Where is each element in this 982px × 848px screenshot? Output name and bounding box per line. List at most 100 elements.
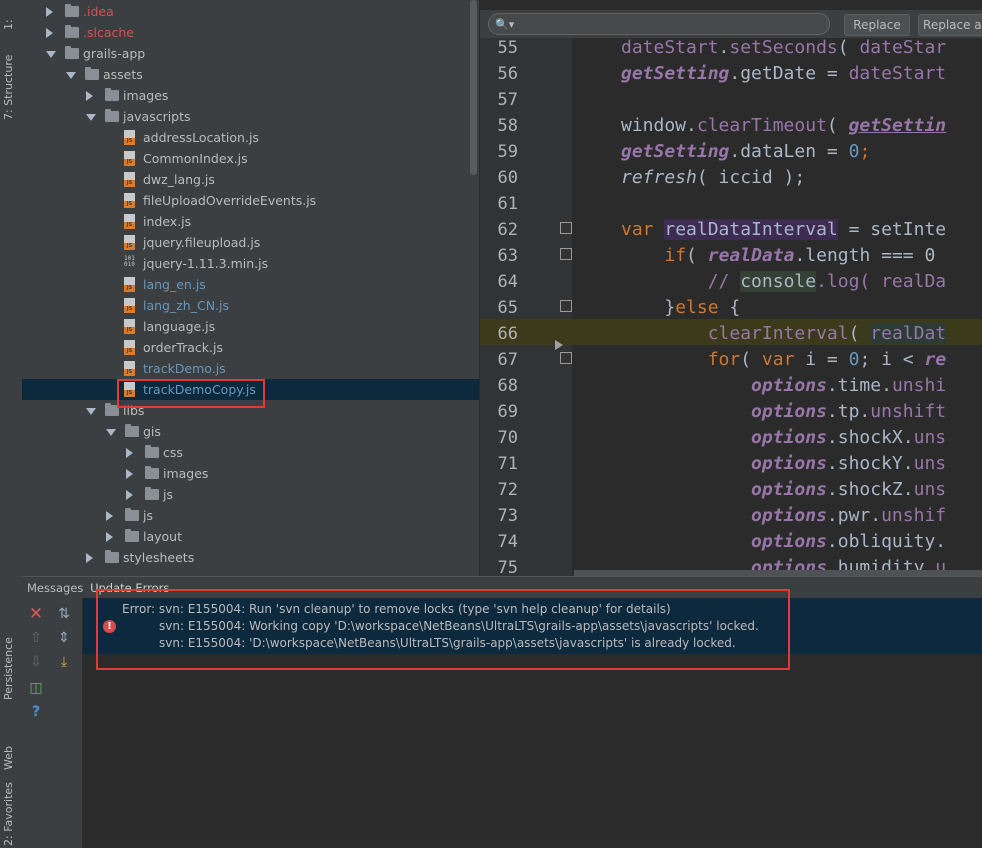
tree-file-row[interactable]: lang_en.js bbox=[22, 274, 479, 295]
previous-message-icon[interactable]: ⇧ bbox=[28, 630, 44, 646]
project-tool-tab[interactable]: 1: bbox=[2, 19, 15, 30]
chevron-right-icon[interactable] bbox=[126, 469, 133, 479]
code-line-66: clearInterval( realDat bbox=[707, 323, 947, 344]
tree-item-label: index.js bbox=[143, 214, 192, 229]
line-number: 61 bbox=[497, 194, 518, 214]
tree-file-row[interactable]: addressLocation.js bbox=[22, 127, 479, 148]
chevron-down-icon[interactable] bbox=[46, 51, 56, 58]
line-number: 58 bbox=[497, 116, 518, 136]
tree-folder-row[interactable]: javascripts bbox=[22, 106, 479, 127]
tree-item-label: jquery.fileupload.js bbox=[143, 235, 261, 250]
replace-all-button[interactable]: Replace al bbox=[918, 14, 982, 36]
chevron-down-icon[interactable] bbox=[86, 114, 96, 121]
autoscroll-icon[interactable]: ◫ bbox=[28, 680, 44, 696]
binary-file-icon: 101 010 bbox=[124, 255, 135, 268]
persistence-tab-label: Persistence bbox=[2, 637, 15, 700]
line-number: 62 bbox=[497, 220, 518, 240]
replace-button[interactable]: Replace bbox=[844, 14, 910, 36]
tree-folder-row[interactable]: images bbox=[22, 85, 479, 106]
next-message-icon[interactable]: ⇩ bbox=[28, 654, 44, 670]
tree-folder-row[interactable]: stylesheets bbox=[22, 547, 479, 568]
code-line-72: options.shockZ.uns bbox=[751, 479, 947, 500]
folder-icon bbox=[65, 46, 79, 59]
line-number: 74 bbox=[497, 532, 518, 552]
tree-file-row[interactable]: lang_zh_CN.js bbox=[22, 295, 479, 316]
code-line-56: getSetting.getDate = dateStart bbox=[621, 63, 947, 84]
chevron-right-icon[interactable] bbox=[46, 7, 53, 17]
persistence-tool-tab[interactable]: Persistence bbox=[2, 637, 15, 700]
chevron-right-icon[interactable] bbox=[106, 532, 113, 542]
close-icon[interactable]: ✕ bbox=[28, 606, 44, 623]
structure-tool-tab[interactable]: 7: Structure bbox=[2, 55, 15, 120]
tree-folder-row[interactable]: .slcache bbox=[22, 22, 479, 43]
fold-marker-icon[interactable] bbox=[560, 352, 572, 364]
fold-marker-icon[interactable] bbox=[560, 248, 572, 260]
tree-file-row[interactable]: language.js bbox=[22, 316, 479, 337]
favorites-tool-tab[interactable]: 2: Favorites bbox=[2, 782, 15, 846]
tree-folder-row[interactable]: css bbox=[22, 442, 479, 463]
expand-all-icon[interactable]: ⇅ bbox=[56, 606, 72, 622]
line-number: 59 bbox=[497, 142, 518, 162]
tree-folder-row[interactable]: js bbox=[22, 505, 479, 526]
collapse-all-icon[interactable]: ⇕ bbox=[56, 630, 72, 646]
chevron-right-icon[interactable] bbox=[106, 511, 113, 521]
tree-file-row[interactable]: dwz_lang.js bbox=[22, 169, 479, 190]
chevron-right-icon[interactable] bbox=[86, 553, 93, 563]
tree-file-row[interactable]: jquery.fileupload.js bbox=[22, 232, 479, 253]
fold-marker-icon[interactable] bbox=[560, 300, 572, 312]
chevron-down-icon[interactable] bbox=[66, 72, 76, 79]
tree-item-label: jquery-1.11.3.min.js bbox=[143, 256, 269, 271]
chevron-right-icon[interactable] bbox=[126, 448, 133, 458]
tree-folder-row[interactable]: .idea bbox=[22, 1, 479, 22]
js-file-icon bbox=[124, 172, 135, 187]
line-number: 68 bbox=[497, 376, 518, 396]
highlight-annotation-box bbox=[117, 379, 265, 408]
tree-item-label: dwz_lang.js bbox=[143, 172, 215, 187]
code-line-55: dateStart.setSeconds( dateStar bbox=[621, 37, 947, 58]
tree-item-label: javascripts bbox=[123, 109, 191, 124]
line-number: 63 bbox=[497, 246, 518, 266]
code-line-58: window.clearTimeout( getSettin bbox=[621, 115, 947, 136]
chevron-right-icon[interactable] bbox=[86, 91, 93, 101]
tree-item-label: orderTrack.js bbox=[143, 340, 223, 355]
error-annotation-box bbox=[96, 589, 790, 670]
help-icon[interactable]: ? bbox=[28, 704, 44, 720]
folder-icon bbox=[105, 88, 119, 101]
tree-file-row[interactable]: index.js bbox=[22, 211, 479, 232]
tree-item-label: CommonIndex.js bbox=[143, 151, 248, 166]
export-icon[interactable]: ⤓ bbox=[56, 654, 72, 670]
folder-icon bbox=[65, 4, 79, 17]
messages-toolbar: ✕ ⇅ ⇧ ⇕ ⇩ ⤓ ◫ ? bbox=[22, 598, 83, 848]
tree-file-row[interactable]: fileUploadOverrideEvents.js bbox=[22, 190, 479, 211]
tree-item-label: css bbox=[163, 445, 183, 460]
fold-marker-icon[interactable] bbox=[560, 222, 572, 234]
tree-item-label: stylesheets bbox=[123, 550, 195, 565]
tree-item-label: js bbox=[163, 487, 173, 502]
tree-file-row[interactable]: trackDemo.js bbox=[22, 358, 479, 379]
tree-folder-row[interactable]: images bbox=[22, 463, 479, 484]
tree-folder-row[interactable]: js bbox=[22, 484, 479, 505]
search-input[interactable]: 🔍▾ bbox=[488, 13, 830, 35]
js-file-icon bbox=[124, 193, 135, 208]
chevron-down-icon[interactable] bbox=[86, 408, 96, 415]
tree-scrollbar[interactable] bbox=[470, 0, 477, 175]
tree-item-label: assets bbox=[103, 67, 143, 82]
code-line-64: // console.log( realDa bbox=[707, 271, 947, 292]
tree-folder-row[interactable]: assets bbox=[22, 64, 479, 85]
tree-folder-row[interactable]: grails-app bbox=[22, 43, 479, 64]
code-line-60: refresh( iccid ); bbox=[621, 167, 806, 188]
tree-file-row[interactable]: orderTrack.js bbox=[22, 337, 479, 358]
tree-file-row[interactable]: CommonIndex.js bbox=[22, 148, 479, 169]
project-tree: .idea .slcache grails-app assets images javas… bbox=[22, 0, 479, 576]
tree-folder-row[interactable]: layout bbox=[22, 526, 479, 547]
code-line-74: options.obliquity. bbox=[751, 531, 947, 552]
tree-file-row[interactable]: 101 010 jquery-1.11.3.min.js bbox=[22, 253, 479, 274]
chevron-down-icon[interactable] bbox=[106, 429, 116, 436]
line-number: 69 bbox=[497, 402, 518, 422]
chevron-right-icon[interactable] bbox=[126, 490, 133, 500]
tree-folder-row[interactable]: gis bbox=[22, 421, 479, 442]
js-file-icon bbox=[124, 130, 135, 145]
web-tool-tab[interactable]: Web bbox=[2, 746, 15, 770]
tree-item-label: lang_zh_CN.js bbox=[143, 298, 230, 313]
chevron-right-icon[interactable] bbox=[46, 28, 53, 38]
